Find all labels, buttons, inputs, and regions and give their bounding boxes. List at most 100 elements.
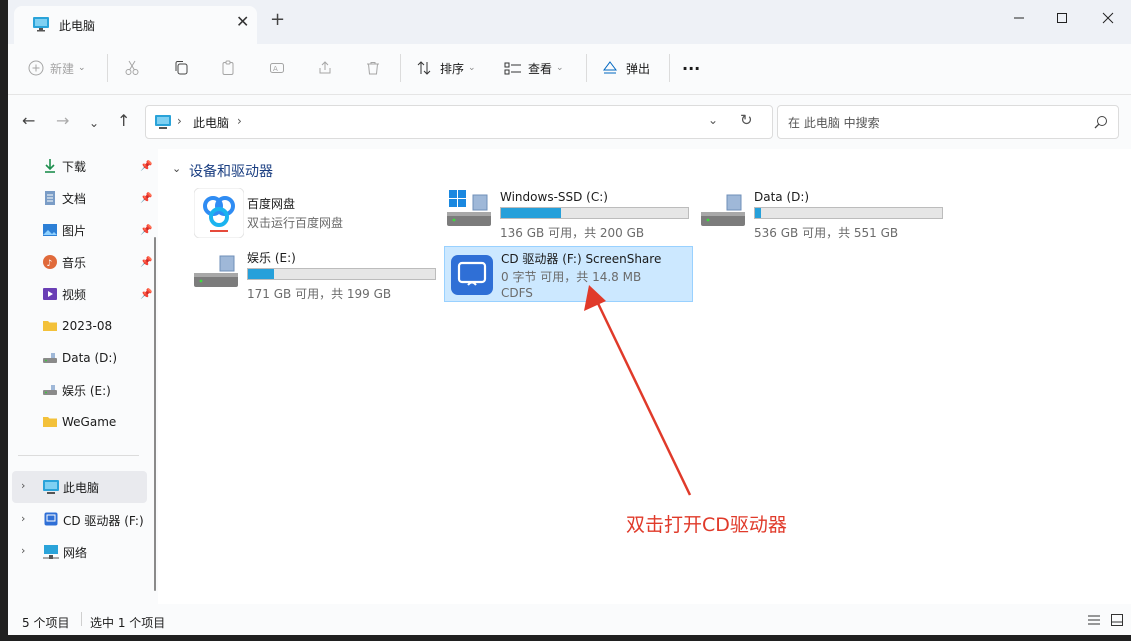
download-icon xyxy=(42,158,58,174)
address-row: ← → ⌄ ↑ › 此电脑 › ⌄ ↻ 在 此电脑 中搜索 xyxy=(8,95,1131,149)
picture-icon xyxy=(42,222,58,238)
new-tab-button[interactable]: + xyxy=(270,10,285,30)
plus-circle-icon xyxy=(28,60,44,76)
sort-button[interactable]: 排序 ⌄ xyxy=(416,56,476,80)
cd-drive-icon xyxy=(44,512,58,529)
sidebar-item-pictures[interactable]: 图片 📌 xyxy=(16,216,152,244)
expand-chevron-icon[interactable]: › xyxy=(21,479,25,492)
pin-icon: 📌 xyxy=(140,288,153,300)
sidebar-item-label: 此电脑 xyxy=(63,481,100,495)
folder-icon xyxy=(42,414,58,430)
computer-icon xyxy=(154,114,172,133)
breadcrumb-this-pc[interactable]: 此电脑 xyxy=(193,114,229,131)
sidebar-scrollbar[interactable] xyxy=(154,237,156,591)
search-icon xyxy=(1094,115,1108,132)
sidebar-item-network[interactable]: › 网络 xyxy=(12,537,147,567)
scissors-icon xyxy=(124,60,140,76)
sidebar-item-this-pc[interactable]: › 此电脑 xyxy=(12,471,147,503)
minimize-button[interactable] xyxy=(996,4,1042,32)
share-icon xyxy=(317,60,333,76)
tab-this-pc[interactable]: 此电脑 ✕ xyxy=(14,6,257,44)
up-arrow-icon[interactable]: ↑ xyxy=(117,113,130,129)
pin-icon: 📌 xyxy=(140,160,153,172)
rename-button[interactable]: A xyxy=(269,56,285,80)
sidebar-item-label: WeGame xyxy=(62,415,117,429)
expand-chevron-icon[interactable]: › xyxy=(21,512,25,525)
tab-title: 此电脑 xyxy=(59,19,96,33)
delete-button[interactable] xyxy=(365,56,381,80)
separator xyxy=(586,54,587,82)
address-bar[interactable]: › 此电脑 › ⌄ ↻ xyxy=(145,105,773,139)
sidebar-item-videos[interactable]: 视频 📌 xyxy=(16,280,152,308)
sidebar-item-entertainment-e[interactable]: 娱乐 (E:) xyxy=(16,376,146,404)
breadcrumb-chevron-icon[interactable]: › xyxy=(237,114,242,128)
sidebar-item-label: 图片 xyxy=(62,223,87,238)
music-icon: ♪ xyxy=(42,254,58,270)
trash-icon xyxy=(365,60,381,76)
eject-button[interactable]: 弹出 xyxy=(602,56,650,80)
video-icon xyxy=(42,286,58,302)
eject-icon xyxy=(602,60,618,76)
recent-locations-chevron-icon[interactable]: ⌄ xyxy=(89,115,99,131)
forward-arrow-icon[interactable]: → xyxy=(56,113,69,129)
more-options-button[interactable]: ··· xyxy=(682,56,700,80)
selected-count: 选中 1 个项目 xyxy=(90,616,166,630)
pin-icon: 📌 xyxy=(140,192,153,204)
search-box[interactable]: 在 此电脑 中搜索 xyxy=(777,105,1119,139)
background-window-edge xyxy=(1131,0,1139,641)
cut-button[interactable] xyxy=(124,56,140,80)
sidebar-item-label: CD 驱动器 (F:) S xyxy=(63,514,147,528)
copy-button[interactable] xyxy=(173,56,189,80)
details-view-icon[interactable] xyxy=(1087,613,1101,630)
chevron-down-icon: ⌄ xyxy=(468,63,476,73)
back-arrow-icon[interactable]: ← xyxy=(22,113,35,129)
sidebar-item-label: 文档 xyxy=(62,191,87,206)
view-list-icon xyxy=(504,60,522,76)
sidebar-item-label: Data (D:) xyxy=(62,351,118,365)
share-button[interactable] xyxy=(317,56,333,80)
rename-icon: A xyxy=(269,60,285,76)
command-bar: 新建 ⌄ A 排序 ⌄ 查看 ⌄ 弹出 ··· xyxy=(8,44,1131,95)
view-button[interactable]: 查看 ⌄ xyxy=(504,56,564,80)
address-history-chevron-icon[interactable]: ⌄ xyxy=(708,113,718,127)
sidebar-item-cd-drive[interactable]: › CD 驱动器 (F:) S xyxy=(12,505,147,535)
computer-icon xyxy=(42,479,60,498)
chevron-down-icon: ⌄ xyxy=(78,63,86,73)
separator xyxy=(107,54,108,82)
maximize-button[interactable] xyxy=(1039,4,1085,32)
computer-icon xyxy=(32,16,50,35)
separator xyxy=(669,54,670,82)
clipboard-icon xyxy=(220,60,236,76)
drive-icon xyxy=(42,382,58,398)
sidebar-item-label: 视频 xyxy=(62,287,87,302)
tab-close-icon[interactable]: ✕ xyxy=(236,14,249,30)
sidebar-item-folder-2023-08[interactable]: 2023-08 xyxy=(16,312,146,340)
sidebar-item-label: 下载 xyxy=(62,159,87,174)
sidebar-item-wegame[interactable]: WeGame xyxy=(16,408,146,436)
network-icon xyxy=(42,544,60,563)
item-count: 5 个项目 xyxy=(22,616,70,630)
sidebar-item-label: 音乐 xyxy=(62,255,87,270)
breadcrumb-separator-icon: › xyxy=(177,114,182,128)
sidebar-item-documents[interactable]: 文档 📌 xyxy=(16,184,152,212)
sort-label: 排序 xyxy=(440,61,465,76)
sort-icon xyxy=(416,60,432,76)
search-placeholder: 在 此电脑 中搜索 xyxy=(788,116,880,130)
pin-icon: 📌 xyxy=(140,224,153,236)
new-label: 新建 xyxy=(50,61,75,76)
status-bar: 5 个项目 选中 1 个项目 xyxy=(8,604,1131,635)
tiles-view-icon[interactable] xyxy=(1110,613,1124,630)
expand-chevron-icon[interactable]: › xyxy=(21,544,25,557)
sidebar-item-label: 娱乐 (E:) xyxy=(62,383,111,398)
sidebar-item-music[interactable]: ♪ 音乐 📌 xyxy=(16,248,152,276)
status-separator xyxy=(81,612,82,626)
sidebar-item-downloads[interactable]: 下载 📌 xyxy=(16,152,152,180)
close-button[interactable] xyxy=(1085,4,1131,32)
svg-text:♪: ♪ xyxy=(47,259,53,269)
paste-button[interactable] xyxy=(220,56,236,80)
refresh-icon[interactable]: ↻ xyxy=(740,111,753,129)
sidebar-divider xyxy=(18,455,139,456)
view-label: 查看 xyxy=(528,61,553,76)
new-button[interactable]: 新建 ⌄ xyxy=(28,56,86,80)
sidebar-item-data-d[interactable]: Data (D:) xyxy=(16,344,146,372)
